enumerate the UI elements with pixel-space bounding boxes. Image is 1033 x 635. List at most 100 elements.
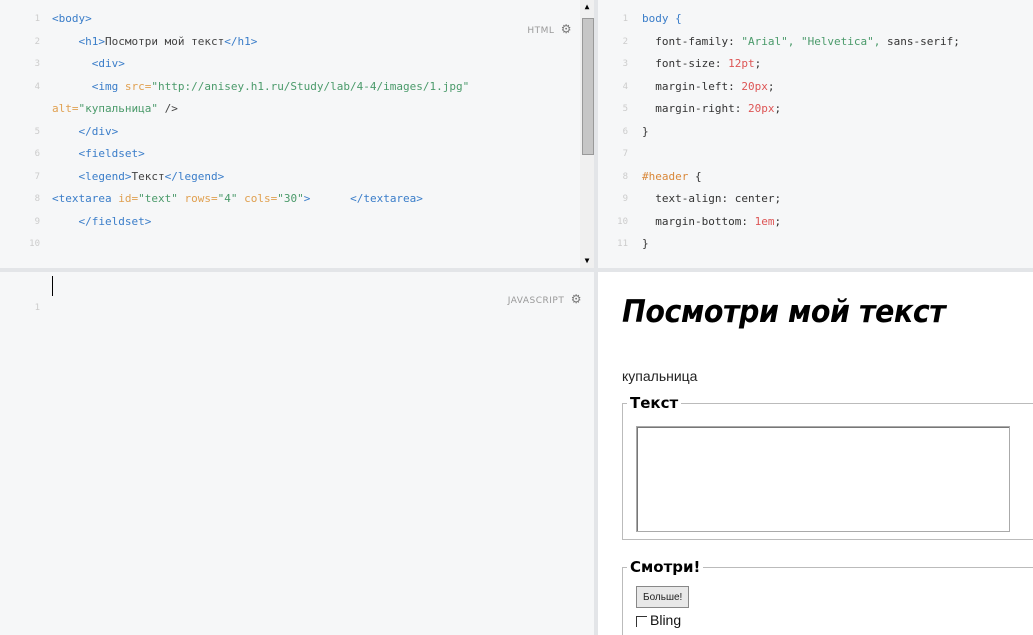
css-code[interactable]: 1 body {2 font-family: "Arial", "Helvetic… (598, 8, 1033, 256)
gear-icon[interactable]: ⚙ (561, 22, 572, 36)
text-area[interactable] (636, 426, 1010, 532)
line-number: 10 (617, 216, 628, 227)
code-line[interactable]: 3 font-size: 12pt; (598, 53, 1033, 76)
code-line[interactable]: 1 <body> (0, 8, 594, 31)
bling-checkbox[interactable]: Bling (636, 612, 681, 628)
code-line[interactable]: 2 font-family: "Arial", "Helvetica", san… (598, 31, 1033, 54)
code-text: } (642, 233, 649, 256)
code-line[interactable]: 6} (598, 121, 1033, 144)
code-token: sans-serif; (887, 34, 960, 48)
js-panel-label: JAVASCRIPT (507, 296, 565, 306)
code-text: </fieldset> (52, 211, 151, 234)
code-token: } (642, 124, 649, 138)
text-cursor (52, 276, 53, 296)
code-line[interactable]: 10 margin-bottom: 1em; (598, 211, 1033, 234)
line-number: 7 (622, 149, 628, 159)
code-line[interactable]: alt="купальница" /> (0, 98, 594, 121)
code-line[interactable]: 2 <h1>Посмотри мой текст</h1> (0, 31, 594, 54)
checkbox-icon[interactable] (636, 615, 647, 627)
arrow-down-icon[interactable]: ▼ (580, 254, 594, 268)
html-editor-pane[interactable]: 1 <body> 2 <h1>Посмотри мой текст</h1> 3 <d… (0, 0, 594, 268)
html-editor-scrollbar[interactable]: ▲ ▼ (580, 0, 594, 268)
line-number: 2 (34, 36, 40, 47)
code-line[interactable]: 8 #header { (598, 166, 1033, 189)
code-text: <img src="http://anisey.h1.ru/Study/lab/… (52, 76, 470, 99)
js-line[interactable]: 1 (0, 274, 594, 313)
code-token: 20px (747, 102, 775, 115)
code-text: alt="купальница" /> (52, 98, 178, 121)
line-number: 11 (617, 239, 628, 249)
code-line[interactable]: 7 (598, 143, 1033, 166)
code-token: font-size: (642, 57, 729, 70)
line-number: 8 (622, 171, 628, 182)
bling-label: Bling (650, 612, 682, 628)
code-token: Текст (131, 169, 165, 183)
horizontal-splitter[interactable] (0, 268, 1033, 272)
fieldset-legend-look: Смотри! (630, 558, 701, 576)
html-panel-label: HTML (527, 26, 555, 36)
code-line[interactable]: 6 <fieldset> (0, 143, 594, 166)
scrollbar-thumb[interactable] (582, 18, 594, 155)
code-token: { (688, 169, 702, 183)
code-token: "text" (138, 192, 185, 205)
code-line[interactable]: 4 margin-left: 20px; (598, 76, 1033, 99)
more-button[interactable]: Больше! (636, 586, 690, 608)
js-editor-pane[interactable]: 1 JAVASCRIPT ⚙ (0, 272, 594, 635)
code-token: > (303, 192, 351, 205)
code-token: 12pt (728, 57, 755, 70)
code-token: ; (774, 214, 782, 228)
line-number: 4 (622, 81, 628, 92)
code-token: <h1> (52, 34, 105, 48)
code-text: margin-bottom: 1em; (642, 211, 781, 234)
code-token: </h1> (224, 34, 258, 48)
code-token: <textarea (52, 192, 119, 205)
code-line[interactable]: 5 margin-right: 20px; (598, 98, 1033, 121)
code-token: /> (157, 102, 178, 115)
code-token: #header (642, 169, 689, 183)
code-line[interactable]: 11} (598, 233, 1033, 256)
code-line[interactable]: 3 <div> (0, 53, 594, 76)
code-token: <img (52, 79, 125, 93)
code-token: "30" (277, 192, 304, 205)
code-text: body { (642, 8, 682, 31)
code-text: <textarea id="text" rows="4" cols="30"> … (52, 188, 423, 211)
code-line[interactable]: 8 <textarea id="text" rows="4" cols="30">… (0, 188, 594, 211)
code-line[interactable]: 4 <img src="http://anisey.h1.ru/Study/la… (0, 76, 594, 99)
code-text: font-family: "Arial", "Helvetica", sans-… (642, 31, 960, 54)
line-number: 6 (34, 149, 40, 159)
html-code[interactable]: 1 <body> 2 <h1>Посмотри мой текст</h1> 3 <d… (0, 8, 594, 268)
code-token: alt= (52, 102, 79, 115)
line-number: 2 (622, 36, 628, 47)
line-number: 5 (622, 104, 628, 114)
code-line[interactable]: 9 text-align: center; (598, 188, 1033, 211)
gear-icon[interactable]: ⚙ (571, 292, 582, 306)
code-line[interactable]: 1 body { (598, 8, 1033, 31)
arrow-up-icon[interactable]: ▲ (580, 0, 594, 14)
code-text: } (642, 121, 649, 144)
code-line[interactable]: 5 </div> (0, 121, 594, 144)
code-text: margin-right: 20px; (642, 98, 781, 121)
line-number: 10 (29, 239, 40, 249)
code-line[interactable]: 9 </fieldset> (0, 211, 594, 234)
code-text: #header { (642, 166, 702, 189)
line-number: 9 (622, 194, 628, 204)
code-token: text-align: (642, 192, 735, 205)
code-line[interactable]: 7 <legend>Текст</legend> (0, 166, 594, 189)
code-token: cols= (244, 192, 278, 205)
image-alt-text: купальница (622, 368, 698, 384)
vertical-splitter[interactable] (594, 0, 598, 635)
code-line[interactable] (0, 256, 594, 269)
code-token: rows= (184, 192, 218, 205)
code-token: margin-bottom: (642, 214, 755, 228)
code-token: ; (767, 79, 775, 93)
code-line[interactable]: 10 (0, 233, 594, 256)
code-token: 1em (754, 214, 775, 228)
line-number: 8 (34, 194, 40, 204)
code-token: <body> (52, 12, 92, 25)
css-editor-pane[interactable]: 1 body {2 font-family: "Arial", "Helvetic… (598, 0, 1033, 268)
code-token: <fieldset> (52, 147, 145, 160)
code-token: ; (774, 192, 782, 205)
code-text: text-align: center; (642, 188, 781, 211)
code-token: "4" (217, 192, 245, 205)
code-token: id= (118, 192, 139, 205)
